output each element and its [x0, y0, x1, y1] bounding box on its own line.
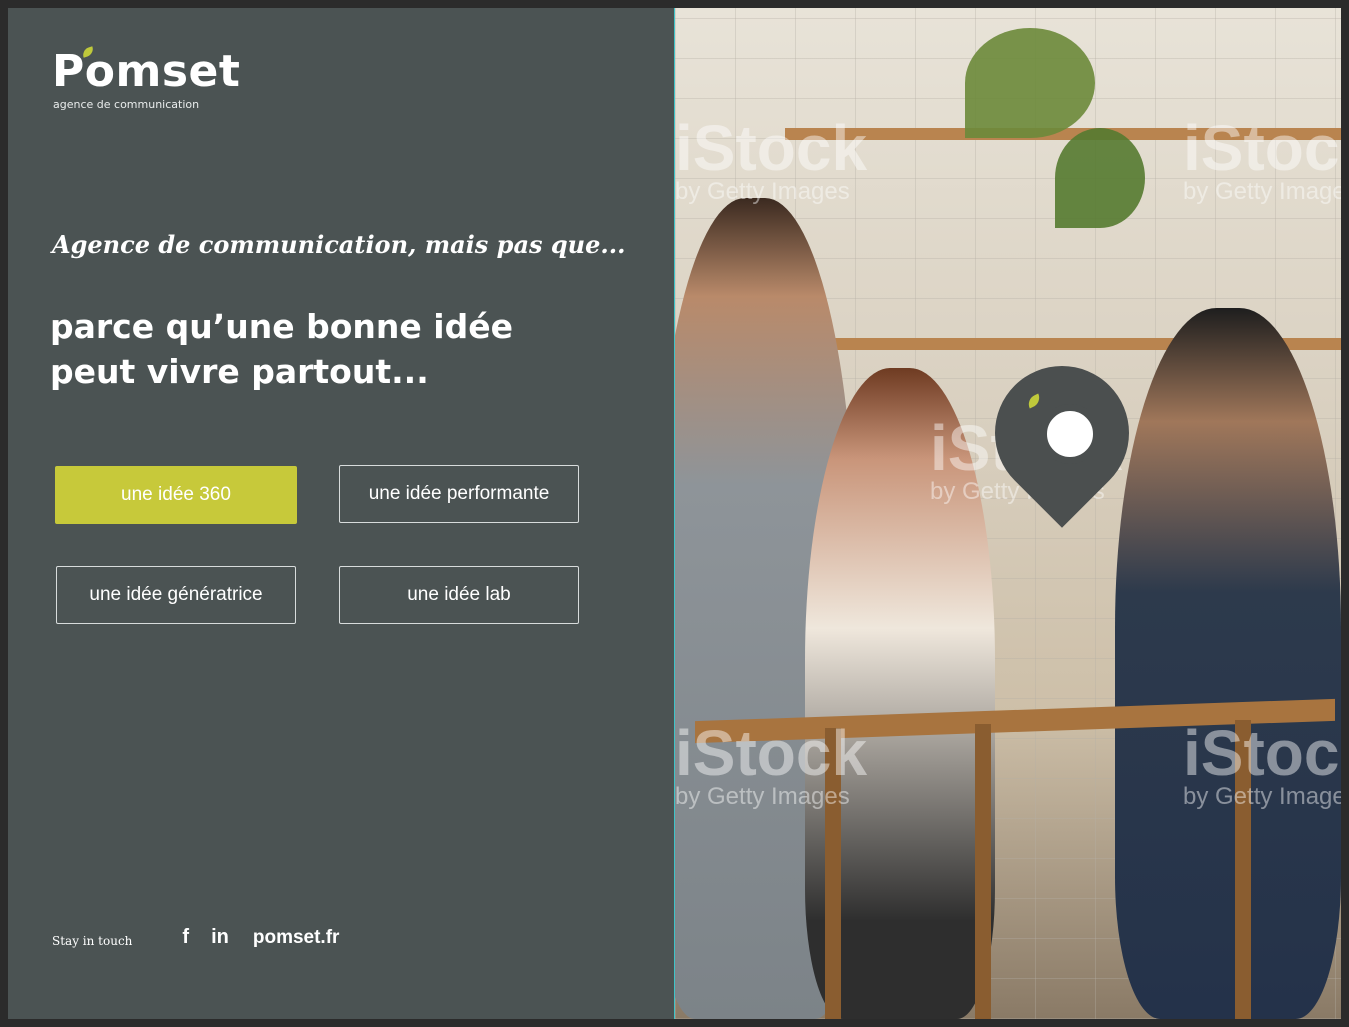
tagline: Agence de communication, mais pas que... — [52, 230, 626, 259]
facebook-icon[interactable]: f — [182, 926, 189, 949]
linkedin-icon[interactable]: in — [211, 926, 229, 949]
watermark-brand: iStock — [1183, 717, 1341, 789]
watermark-sub: by Getty Images — [675, 783, 850, 810]
headline-line-1: parce qu’une bonne idée — [50, 307, 513, 346]
brand-subtitle: agence de communication — [53, 98, 200, 111]
watermark-brand: iStock — [1183, 112, 1341, 184]
logo-wordmark: Pomset — [52, 46, 241, 97]
plant — [965, 28, 1095, 138]
watermark: iStock by Getty Images — [675, 116, 867, 206]
idea-generatrice-button[interactable]: une idée génératrice — [56, 566, 296, 624]
left-panel: Pomset agence de communication Agence de… — [8, 8, 674, 1019]
website-link[interactable]: pomset.fr — [253, 927, 340, 949]
headline-line-2: peut vivre partout... — [50, 352, 429, 391]
table-leg — [975, 724, 991, 1019]
footer: Stay in touch f in pomset.fr — [52, 926, 339, 949]
idea-360-button[interactable]: une idée 360 — [55, 466, 297, 524]
idea-performante-button[interactable]: une idée performante — [339, 465, 579, 523]
brand-name: Pomset — [52, 46, 241, 97]
watermark-sub: by Getty Images — [675, 178, 850, 205]
person-right — [1115, 308, 1341, 1019]
page-frame: Pomset agence de communication Agence de… — [8, 8, 1341, 1019]
location-pin-hole — [1040, 404, 1100, 464]
headline: parce qu’une bonne idée peut vivre parto… — [50, 304, 570, 394]
watermark-sub: by Getty Images — [1183, 178, 1341, 205]
plant — [1055, 128, 1145, 228]
stay-in-touch-label: Stay in touch — [52, 933, 133, 948]
watermark: iStock by Getty Images — [1183, 116, 1341, 206]
watermark-sub: by Getty Images — [1183, 783, 1341, 810]
idea-lab-button[interactable]: une idée lab — [339, 566, 579, 624]
logo[interactable]: Pomset agence de communication — [52, 46, 241, 111]
watermark-brand: iStock — [675, 717, 868, 789]
watermark: iStock by Getty Images — [1183, 721, 1341, 811]
watermark-brand: iStock — [675, 112, 868, 184]
watermark: iStock by Getty Images — [675, 721, 867, 811]
hero-photo: iStock by Getty Images iStock by Getty I… — [675, 8, 1341, 1019]
